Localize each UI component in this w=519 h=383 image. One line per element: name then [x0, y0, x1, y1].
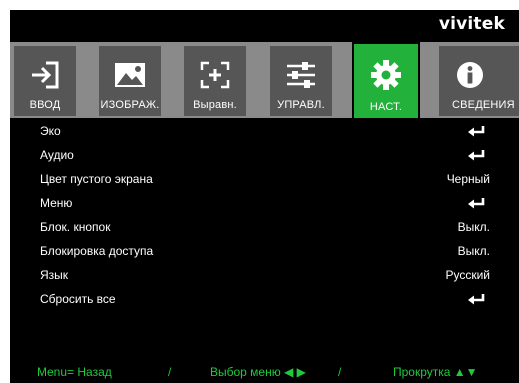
tab-label: ИЗОБРАЖ. [100, 99, 160, 111]
menu-item-label: Аудио [40, 148, 74, 162]
menu-item-label: Язык [40, 268, 69, 282]
menu-item-access-lock[interactable]: Блокировка доступа Выкл. [40, 240, 490, 264]
tab-image[interactable]: ИЗОБРАЖ. [99, 46, 161, 116]
info-icon [439, 58, 501, 92]
input-icon [14, 58, 76, 92]
menu-item-audio[interactable]: Аудио [40, 144, 490, 168]
menu-item-label: Цвет пустого экрана [40, 172, 153, 186]
tab-control[interactable]: УПРАВЛ. [270, 46, 332, 116]
menu-item-label: Эко [40, 124, 61, 138]
menu-item-value: Выкл. [457, 220, 490, 234]
enter-icon [468, 197, 486, 212]
enter-icon [468, 293, 486, 308]
menu-item-label: Блокировка доступа [40, 244, 154, 258]
menu-item-reset-all[interactable]: Сбросить все [40, 288, 490, 312]
menu-item-menu[interactable]: Меню [40, 192, 490, 216]
tab-label: СВЕДЕНИЯ [452, 99, 515, 111]
brand-logo: vivitek [438, 14, 505, 34]
footer-hints: Menu= Назад / Выбор меню ◀ ▶ / Прокрутка… [10, 359, 519, 383]
tab-input[interactable]: ВВОД [14, 46, 76, 116]
alignment-icon [184, 58, 246, 92]
tab-label: ВВОД [29, 99, 61, 111]
menu-item-label: Блок. кнопок [40, 220, 111, 234]
tab-label: НАСТ. [369, 101, 403, 113]
tab-info[interactable]: СВЕДЕНИЯ [439, 46, 519, 116]
tab-label: УПРАВЛ. [277, 99, 325, 111]
hint-back: Menu= Назад [37, 365, 112, 379]
hint-select-menu: Выбор меню ◀ ▶ [210, 365, 306, 379]
settings-menu: Эко Аудио Цвет пустого экрана Черный Мен… [10, 118, 519, 350]
tab-settings[interactable]: НАСТ. [352, 42, 420, 118]
tab-alignment[interactable]: Выравн. [184, 46, 246, 116]
hint-separator: / [338, 365, 342, 379]
hint-separator: / [168, 365, 172, 379]
gear-icon [354, 58, 418, 92]
menu-item-label: Меню [40, 196, 73, 210]
menu-item-key-lock[interactable]: Блок. кнопок Выкл. [40, 216, 490, 240]
sliders-icon [270, 58, 332, 92]
image-icon [99, 58, 161, 92]
hint-scroll: Прокрутка ▲▼ [393, 365, 478, 379]
tab-label: Выравн. [193, 99, 237, 111]
enter-icon [468, 125, 486, 140]
osd-frame: vivitek ВВОД ИЗОБРАЖ. Выравн. УПРАВЛ. НА… [10, 10, 519, 383]
menu-item-value: Русский [445, 268, 490, 282]
menu-item-value: Черный [446, 172, 490, 186]
menu-item-label: Сбросить все [40, 292, 116, 306]
top-bar: vivitek [10, 10, 519, 42]
menu-item-eco[interactable]: Эко [40, 120, 490, 144]
tab-strip: ВВОД ИЗОБРАЖ. Выравн. УПРАВЛ. НАСТ. СВЕД… [10, 42, 519, 118]
menu-item-language[interactable]: Язык Русский [40, 264, 490, 288]
menu-item-value: Выкл. [457, 244, 490, 258]
menu-item-blank-screen-color[interactable]: Цвет пустого экрана Черный [40, 168, 490, 192]
enter-icon [468, 149, 486, 164]
